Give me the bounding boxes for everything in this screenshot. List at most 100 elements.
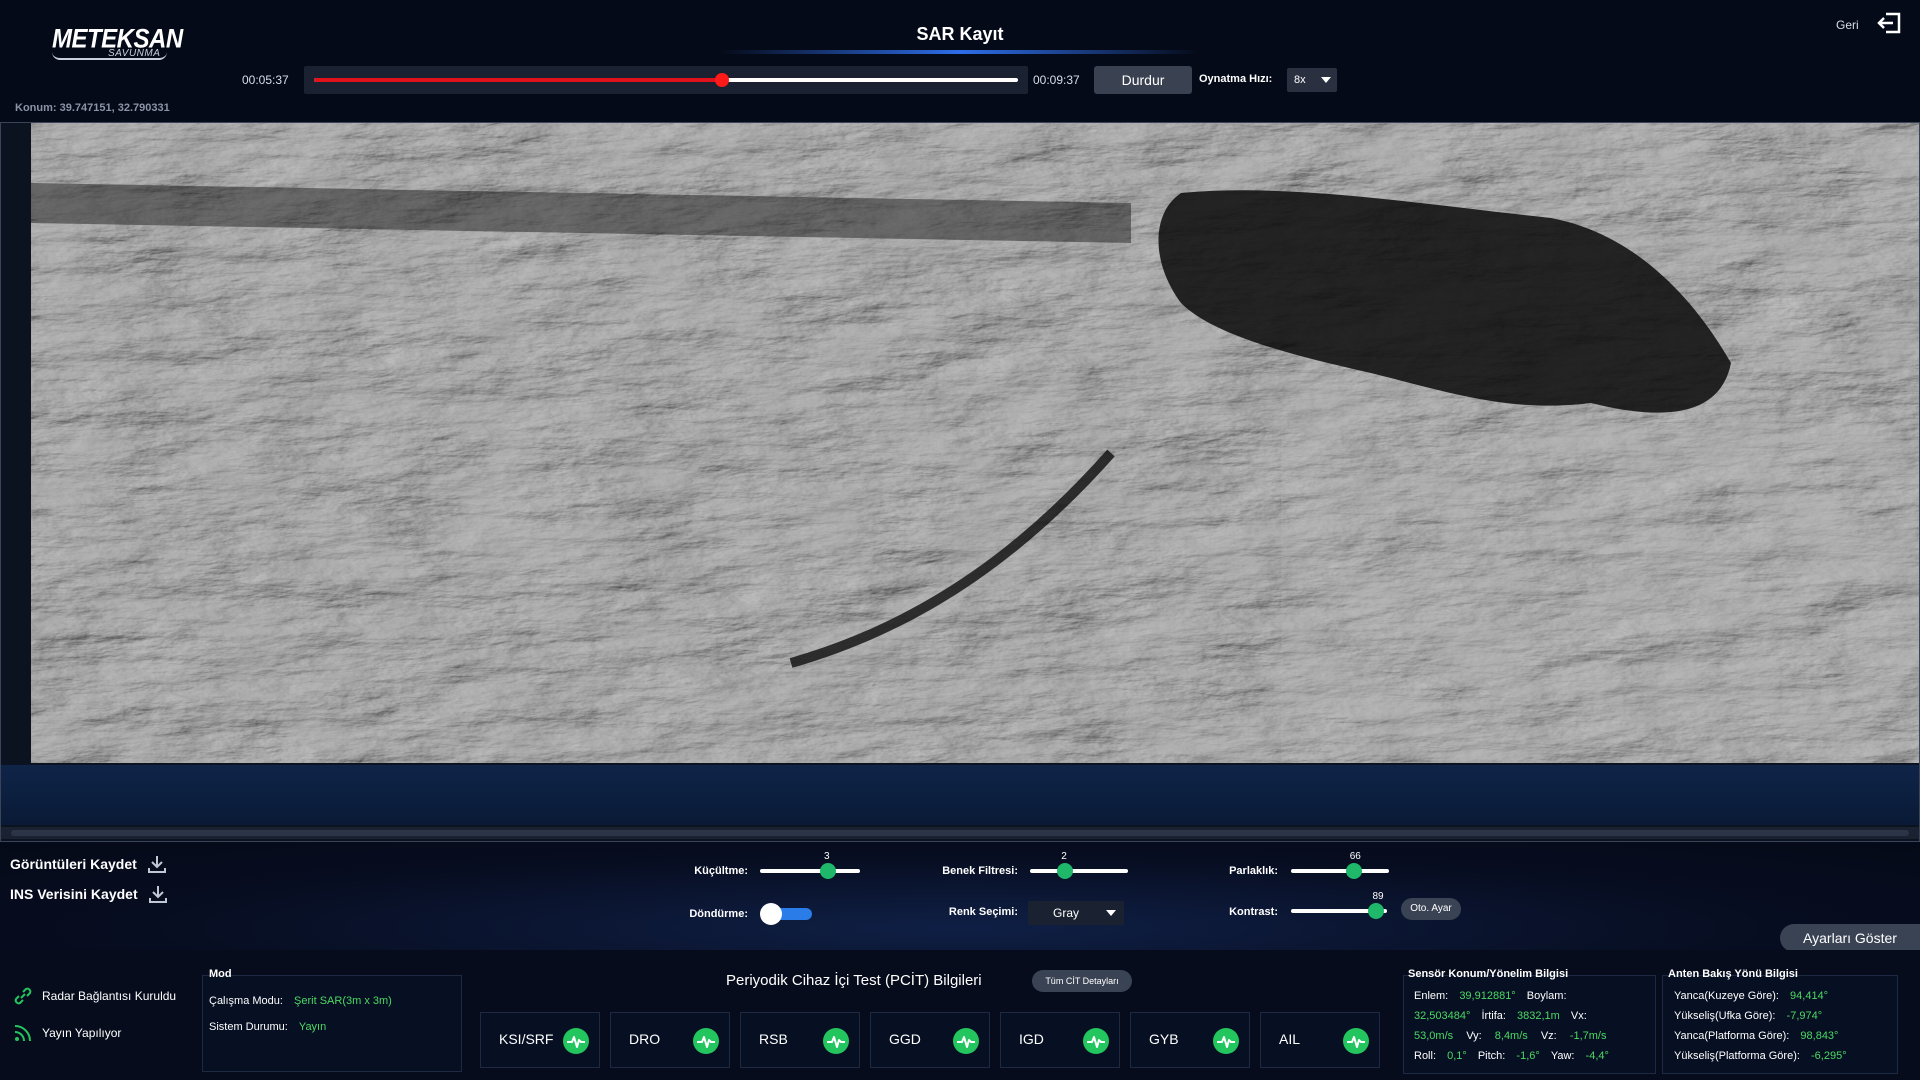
save-ins-button[interactable]: INS Verisini Kaydet	[10, 884, 168, 904]
save-ins-label: INS Verisini Kaydet	[10, 886, 138, 902]
radar-connection-status: Radar Bağlantısı Kuruldu	[12, 985, 176, 1007]
color-select-value: Gray	[1053, 906, 1080, 920]
sensor-row-4: Roll: 0,1° Pitch: -1,6° Yaw: -4,4°	[1414, 1050, 1609, 1062]
save-images-button[interactable]: Görüntüleri Kaydet	[10, 854, 167, 874]
kontrast-label: Kontrast:	[1229, 906, 1278, 918]
device-label: IGD	[1019, 1031, 1044, 1047]
device-label: RSB	[759, 1031, 788, 1047]
roll-label: Roll:	[1414, 1050, 1437, 1062]
playback-speed-label: Oynatma Hızı:	[1199, 73, 1273, 85]
kucultme-slider-handle[interactable]	[820, 863, 836, 879]
timeline-track[interactable]	[314, 73, 1018, 87]
parlaklik-slider[interactable]: 66	[1291, 851, 1389, 879]
device-label: DRO	[629, 1031, 661, 1047]
page-title: SAR Kayıt	[916, 24, 1004, 44]
kontrast-value: 89	[1372, 891, 1384, 902]
device-label: AIL	[1279, 1031, 1301, 1047]
all-cit-details-button[interactable]: Tüm CİT Detayları	[1032, 970, 1132, 992]
device-status-gyb[interactable]: GYB	[1130, 1012, 1250, 1068]
heartbeat-icon	[563, 1028, 589, 1054]
system-state-label: Sistem Durumu:	[209, 1021, 288, 1033]
sensor-panel-title: Sensör Konum/Yönelim Bilgisi	[1408, 968, 1569, 980]
antenna-row-4: Yükseliş(Platforma Göre): -6,295°	[1674, 1050, 1847, 1062]
kontrast-slider[interactable]: 89	[1291, 891, 1387, 919]
kucultme-slider[interactable]: 3	[760, 851, 860, 879]
sar-record-screen: METEKSAN SAVUNMA SAR Kayıt Geri 00:05:37…	[0, 0, 1920, 1080]
vx-value: 53,0m/s	[1414, 1030, 1454, 1042]
device-status-igd[interactable]: IGD	[1000, 1012, 1120, 1068]
benek-slider[interactable]: 2	[1030, 851, 1128, 879]
exit-icon[interactable]	[1876, 12, 1902, 34]
current-time: 00:05:37	[242, 73, 289, 87]
image-controls	[0, 842, 1920, 950]
antenna-panel-title: Anten Bakış Yönü Bilgisi	[1668, 968, 1798, 980]
mode-panel-title: Mod	[209, 968, 232, 980]
broadcast-label: Yayın Yapılıyor	[42, 1026, 122, 1040]
boylam-label: Boylam:	[1526, 990, 1567, 1002]
enlem-value: 39,912881°	[1459, 990, 1516, 1002]
elevation-horizon-value: -7,974°	[1786, 1010, 1823, 1022]
device-status-ggd[interactable]: GGD	[870, 1012, 990, 1068]
sar-image-viewer[interactable]	[0, 122, 1920, 842]
device-status-ksi-srf[interactable]: KSI/SRF	[480, 1012, 600, 1068]
pitch-value: -1,6°	[1516, 1050, 1540, 1062]
chevron-down-icon	[1321, 77, 1331, 83]
sensor-row-2: 32,503484° İrtifa: 3832,1m Vx:	[1414, 1010, 1587, 1022]
playback-timeline[interactable]	[304, 66, 1028, 94]
rss-icon	[14, 1025, 31, 1042]
elevation-horizon-label: Yükseliş(Ufka Göre):	[1674, 1010, 1776, 1022]
parlaklik-value: 66	[1349, 851, 1361, 862]
device-label: GYB	[1149, 1031, 1179, 1047]
kucultme-value: 3	[824, 851, 830, 862]
auto-adjust-button[interactable]: Oto. Ayar	[1401, 898, 1461, 920]
download-icon	[147, 856, 166, 873]
working-mode-label: Çalışma Modu:	[209, 995, 283, 1007]
vz-value: -1,7m/s	[1569, 1030, 1607, 1042]
device-label: KSI/SRF	[499, 1031, 554, 1047]
dondurme-label: Döndürme:	[689, 908, 748, 920]
vy-label: Vy:	[1466, 1030, 1482, 1042]
heartbeat-icon	[693, 1028, 719, 1054]
sensor-row-3: 53,0m/s Vy: 8,4m/s Vz: -1,7m/s	[1414, 1030, 1607, 1042]
back-label[interactable]: Geri	[1836, 18, 1859, 32]
stop-button[interactable]: Durdur	[1094, 66, 1192, 94]
yanca-platform-label: Yanca(Platforma Göre):	[1674, 1030, 1790, 1042]
benek-value: 2	[1061, 851, 1067, 862]
system-state-value: Yayın	[298, 1021, 327, 1033]
total-time: 00:09:37	[1033, 73, 1080, 87]
renk-label: Renk Seçimi:	[948, 906, 1018, 918]
heartbeat-icon	[1343, 1028, 1369, 1054]
radar-connection-label: Radar Bağlantısı Kuruldu	[42, 989, 177, 1003]
header: METEKSAN SAVUNMA SAR Kayıt Geri 00:05:37…	[0, 0, 1920, 120]
title-underline-glow	[720, 50, 1200, 54]
device-status-dro[interactable]: DRO	[610, 1012, 730, 1068]
show-settings-button[interactable]: Ayarları Göster	[1780, 924, 1920, 952]
rotate-toggle[interactable]	[760, 903, 812, 925]
timeline-handle[interactable]	[715, 73, 730, 87]
scrollbar-thumb[interactable]	[11, 830, 1909, 836]
horizontal-scrollbar[interactable]	[1, 827, 1919, 839]
pitch-label: Pitch:	[1477, 1050, 1506, 1062]
yanca-north-value: 94,414°	[1790, 990, 1829, 1002]
device-status-rsb[interactable]: RSB	[740, 1012, 860, 1068]
device-label: GGD	[889, 1031, 921, 1047]
enlem-label: Enlem:	[1414, 990, 1449, 1002]
heartbeat-icon	[1213, 1028, 1239, 1054]
location-readout: Konum: 39.747151, 32.790331	[15, 102, 170, 114]
vz-label: Vz:	[1540, 1030, 1557, 1042]
irtifa-value: 3832,1m	[1516, 1010, 1560, 1022]
sar-image[interactable]	[31, 123, 1919, 763]
parlaklik-slider-handle[interactable]	[1345, 863, 1362, 879]
vy-value: 8,4m/s	[1494, 1030, 1528, 1042]
playback-speed-select[interactable]: 8x	[1287, 68, 1337, 92]
meteksan-logo: METEKSAN SAVUNMA	[52, 25, 183, 66]
yaw-label: Yaw:	[1550, 1050, 1575, 1062]
viewer-bottom-strip	[1, 765, 1919, 825]
playback-speed-value: 8x	[1294, 74, 1306, 86]
system-state: Sistem Durumu: Yayın	[209, 1021, 326, 1033]
device-status-ail[interactable]: AIL	[1260, 1012, 1380, 1068]
rotate-toggle-knob	[760, 903, 782, 925]
color-select[interactable]: Gray	[1028, 901, 1124, 925]
sar-terrain-graphic	[31, 123, 1919, 763]
benek-label: Benek Filtresi:	[942, 865, 1018, 877]
